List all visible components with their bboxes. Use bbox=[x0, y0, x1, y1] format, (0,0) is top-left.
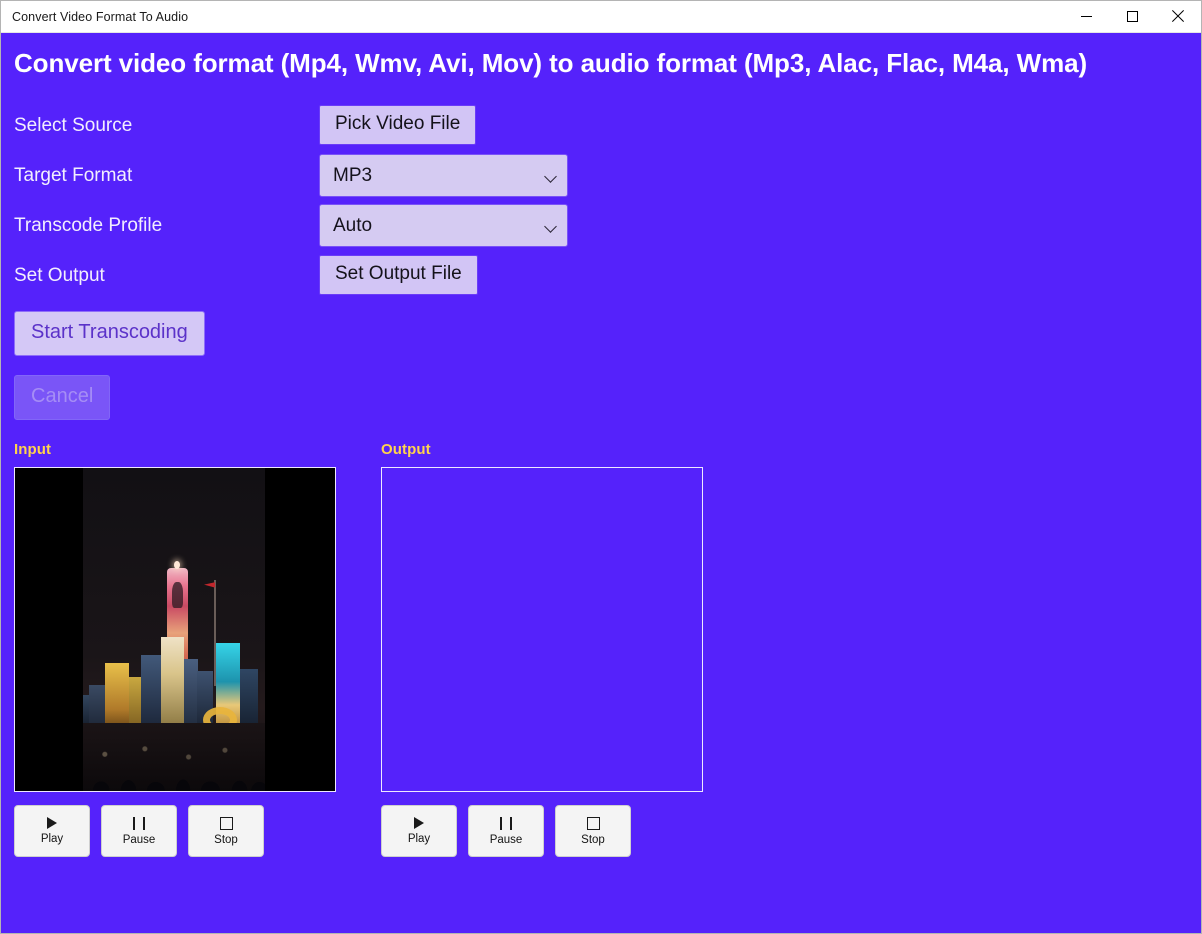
minimize-icon bbox=[1080, 16, 1092, 17]
input-pause-label: Pause bbox=[122, 833, 156, 846]
play-icon bbox=[414, 817, 424, 830]
input-pause-button[interactable]: Pause bbox=[101, 805, 177, 858]
label-target-format: Target Format bbox=[14, 164, 133, 186]
crowd-graphic bbox=[83, 723, 265, 792]
target-format-select[interactable]: MP3 bbox=[319, 153, 568, 197]
form-row-target-format: Target Format MP3 bbox=[14, 150, 1201, 200]
minimize-button[interactable] bbox=[1063, 1, 1109, 33]
maximize-icon bbox=[1126, 11, 1138, 22]
stop-icon bbox=[586, 816, 600, 830]
pick-video-file-button[interactable]: Pick Video File bbox=[319, 105, 477, 146]
output-media-controls: Play Pause Stop bbox=[381, 805, 703, 858]
output-panel-title: Output bbox=[381, 441, 431, 459]
app-window: Convert Video Format To Audio Convert vi… bbox=[0, 0, 1202, 934]
maximize-button[interactable] bbox=[1109, 1, 1155, 33]
input-stop-button[interactable]: Stop bbox=[188, 805, 264, 858]
play-icon bbox=[47, 817, 57, 830]
window-controls bbox=[1063, 1, 1201, 33]
close-button[interactable] bbox=[1155, 1, 1201, 33]
close-icon bbox=[1172, 10, 1185, 23]
page-title: Convert video format (Mp4, Wmv, Avi, Mov… bbox=[14, 48, 1088, 78]
building-graphic bbox=[240, 669, 258, 730]
control-set-output: Set Output File bbox=[319, 255, 478, 296]
input-play-button[interactable]: Play bbox=[14, 805, 90, 858]
target-format-value: MP3 bbox=[333, 164, 373, 186]
output-play-label: Play bbox=[407, 833, 431, 846]
building-graphic bbox=[184, 659, 198, 730]
control-transcode-profile: Auto bbox=[319, 203, 568, 247]
input-panel-title: Input bbox=[14, 441, 52, 459]
input-stop-label: Stop bbox=[214, 833, 238, 846]
start-transcoding-button[interactable]: Start Transcoding bbox=[14, 311, 205, 357]
form-row-select-source: Select Source Pick Video File bbox=[14, 100, 1201, 150]
building-graphic bbox=[161, 637, 184, 730]
label-transcode-profile: Transcode Profile bbox=[14, 214, 163, 236]
output-panel: Output Play Pause Stop bbox=[381, 441, 703, 858]
input-panel: Input Play Pause Stop bbox=[14, 441, 336, 858]
input-video-preview[interactable] bbox=[14, 467, 336, 793]
form-row-set-output: Set Output Set Output File bbox=[14, 250, 1201, 300]
stop-icon bbox=[219, 816, 233, 830]
preview-panels: Input Play Pause Stop Output Play Pause … bbox=[1, 441, 1201, 858]
window-title: Convert Video Format To Audio bbox=[12, 9, 189, 24]
pause-icon bbox=[500, 816, 512, 830]
transcode-profile-select[interactable]: Auto bbox=[319, 203, 568, 247]
transcode-profile-value: Auto bbox=[333, 214, 373, 236]
chevron-down-icon bbox=[545, 222, 556, 229]
settings-form: Select Source Pick Video File Target For… bbox=[1, 100, 1201, 300]
app-content: Convert video format (Mp4, Wmv, Avi, Mov… bbox=[1, 33, 1201, 933]
output-stop-label: Stop bbox=[581, 833, 605, 846]
input-media-controls: Play Pause Stop bbox=[14, 805, 336, 858]
action-buttons: Start Transcoding Cancel bbox=[1, 311, 1201, 421]
building-graphic bbox=[141, 655, 161, 730]
chevron-down-icon bbox=[545, 172, 556, 179]
output-video-preview[interactable] bbox=[381, 467, 703, 793]
video-frame-image bbox=[83, 468, 265, 792]
control-select-source: Pick Video File bbox=[319, 105, 477, 146]
label-select-source: Select Source bbox=[14, 114, 133, 136]
title-bar: Convert Video Format To Audio bbox=[1, 1, 1201, 33]
label-set-output: Set Output bbox=[14, 264, 105, 286]
output-play-button[interactable]: Play bbox=[381, 805, 457, 858]
output-stop-button[interactable]: Stop bbox=[555, 805, 631, 858]
pause-icon bbox=[133, 816, 145, 830]
output-pause-button[interactable]: Pause bbox=[468, 805, 544, 858]
set-output-file-button[interactable]: Set Output File bbox=[319, 255, 478, 296]
input-play-label: Play bbox=[40, 833, 64, 846]
building-graphic bbox=[105, 663, 129, 730]
form-row-transcode-profile: Transcode Profile Auto bbox=[14, 200, 1201, 250]
control-target-format: MP3 bbox=[319, 153, 568, 197]
output-pause-label: Pause bbox=[489, 833, 523, 846]
cancel-button-action[interactable]: Cancel bbox=[14, 375, 111, 421]
